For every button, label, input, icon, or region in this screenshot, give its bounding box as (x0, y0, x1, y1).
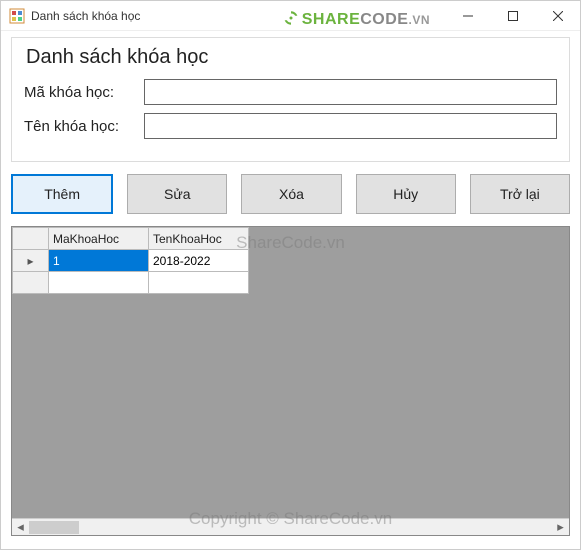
them-button[interactable]: Thêm (11, 174, 113, 214)
sua-button[interactable]: Sửa (127, 174, 227, 214)
row-ma-khoa-hoc: Mã khóa học: (24, 79, 557, 105)
row-header-corner[interactable] (13, 228, 49, 250)
row-indicator-new[interactable] (13, 272, 49, 294)
cell-ten-new[interactable] (149, 272, 249, 294)
form-group: Danh sách khóa học Mã khóa học: Tên khóa… (11, 37, 570, 162)
table-row-new[interactable] (13, 272, 249, 294)
window-buttons (445, 1, 580, 31)
client-area: Danh sách khóa học Mã khóa học: Tên khóa… (1, 31, 580, 546)
titlebar: Danh sách khóa học (1, 1, 580, 31)
column-header-ma[interactable]: MaKhoaHoc (49, 228, 149, 250)
window: Danh sách khóa học SHARECODE.VN Danh sác… (0, 0, 581, 550)
scroll-track[interactable] (29, 519, 552, 536)
close-button[interactable] (535, 1, 580, 31)
page-title: Danh sách khóa học (26, 46, 557, 69)
app-icon (9, 8, 25, 24)
cell-ma[interactable]: 1 (49, 250, 149, 272)
label-ten-khoa-hoc: Tên khóa học: (24, 118, 144, 135)
cell-ten[interactable]: 2018-2022 (149, 250, 249, 272)
input-ma-khoa-hoc[interactable] (144, 79, 557, 105)
xoa-button[interactable]: Xóa (241, 174, 341, 214)
huy-button[interactable]: Hủy (356, 174, 456, 214)
cell-ma-new[interactable] (49, 272, 149, 294)
row-indicator[interactable]: ▸ (13, 250, 49, 272)
data-grid[interactable]: MaKhoaHoc TenKhoaHoc ▸ 1 2018-2022 ◂ (11, 226, 570, 536)
window-title: Danh sách khóa học (31, 9, 140, 23)
scroll-thumb[interactable] (29, 521, 79, 534)
data-grid-table: MaKhoaHoc TenKhoaHoc ▸ 1 2018-2022 (12, 227, 249, 294)
tro-lai-button[interactable]: Trở lại (470, 174, 570, 214)
column-header-ten[interactable]: TenKhoaHoc (149, 228, 249, 250)
button-row: Thêm Sửa Xóa Hủy Trở lại (11, 174, 570, 214)
input-ten-khoa-hoc[interactable] (144, 113, 557, 139)
table-header-row: MaKhoaHoc TenKhoaHoc (13, 228, 249, 250)
label-ma-khoa-hoc: Mã khóa học: (24, 84, 144, 101)
table-row[interactable]: ▸ 1 2018-2022 (13, 250, 249, 272)
scroll-right-arrow[interactable]: ▸ (552, 519, 569, 536)
row-ten-khoa-hoc: Tên khóa học: (24, 113, 557, 139)
horizontal-scrollbar[interactable]: ◂ ▸ (12, 518, 569, 535)
scroll-left-arrow[interactable]: ◂ (12, 519, 29, 536)
maximize-button[interactable] (490, 1, 535, 31)
minimize-button[interactable] (445, 1, 490, 31)
